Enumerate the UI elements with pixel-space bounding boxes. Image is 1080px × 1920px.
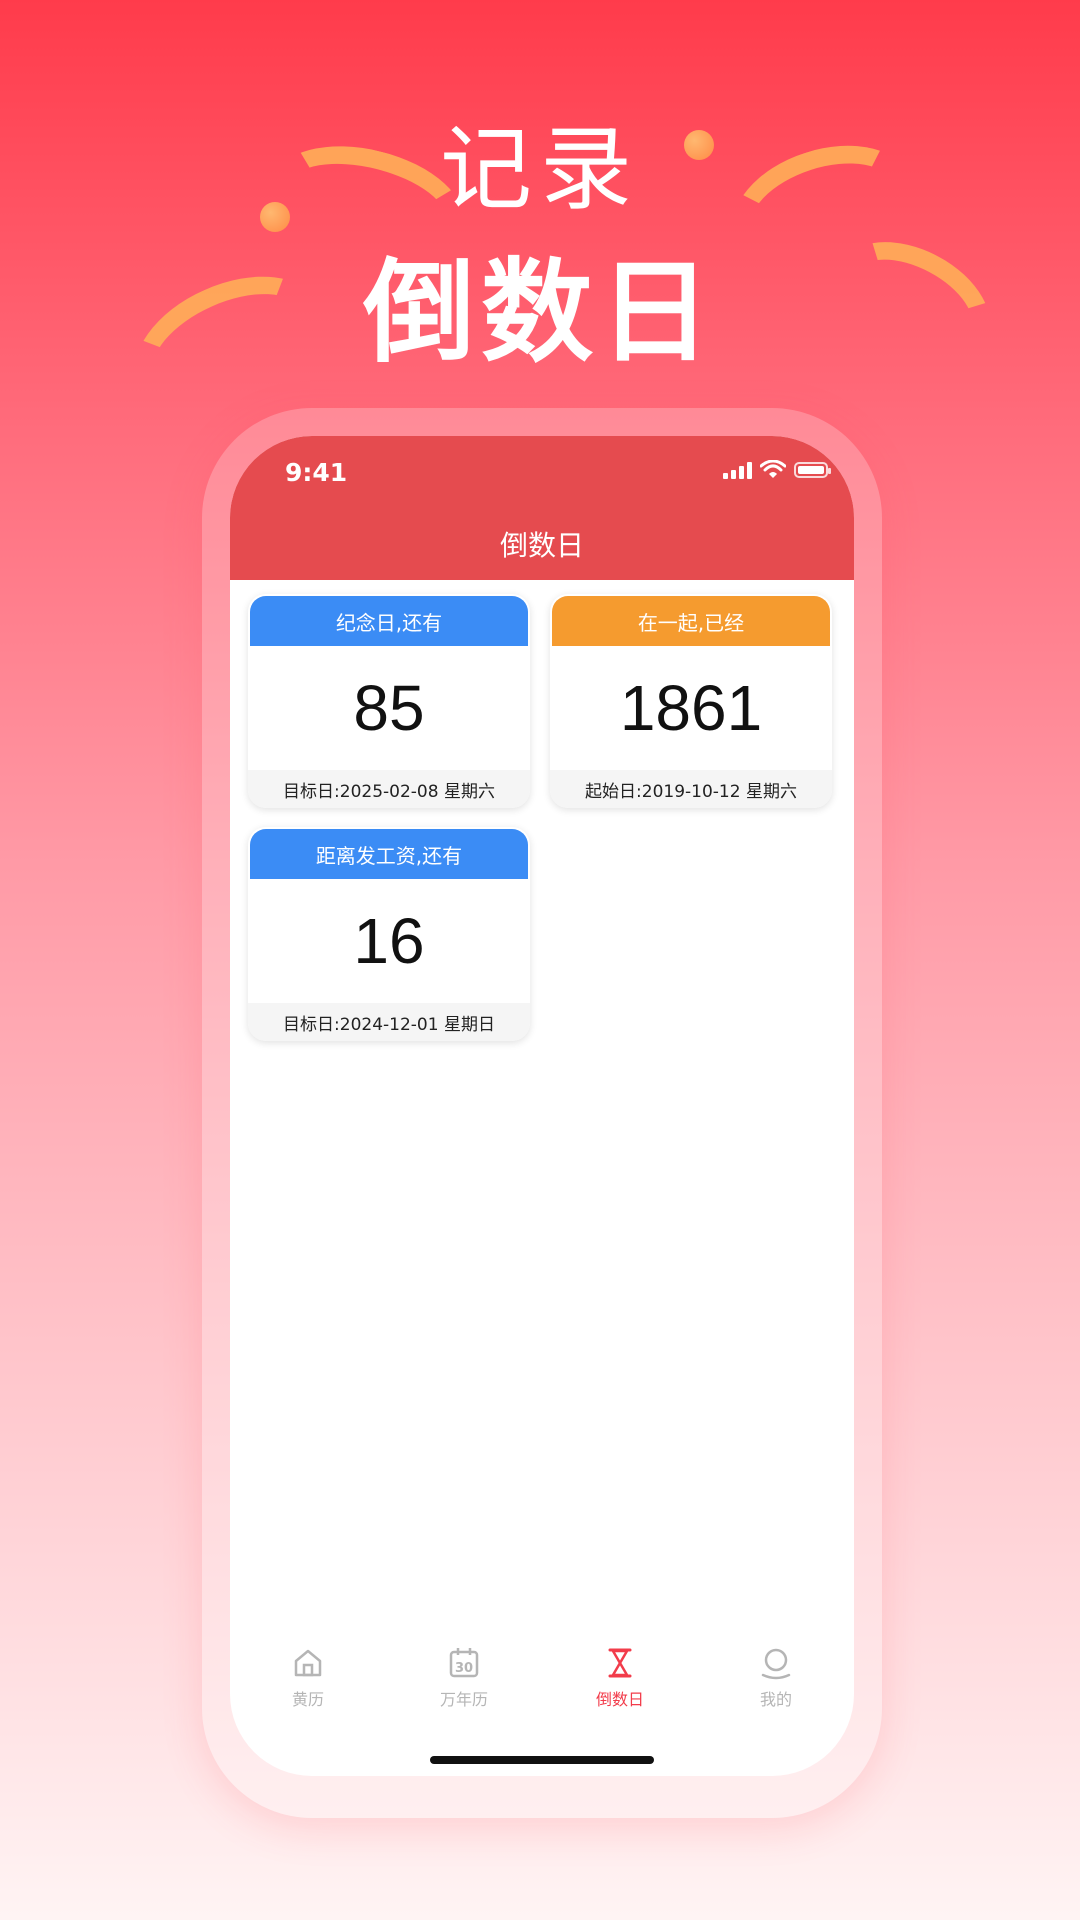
- hourglass-icon: [608, 1648, 632, 1678]
- card-header: 纪念日,还有: [250, 596, 528, 646]
- signal-icon: [723, 461, 752, 479]
- tab-label: 倒数日: [595, 1690, 644, 1709]
- calendar-icon: 30: [449, 1648, 479, 1678]
- bottom-tab-bar: 黄历 30 万年历 倒数日 我的: [230, 1646, 854, 1726]
- svg-text:30: 30: [455, 1661, 473, 1676]
- card-footer: 目标日:2025-02-08 星期六: [248, 770, 530, 808]
- hero-subtitle: 记录: [439, 116, 640, 223]
- tab-label: 我的: [759, 1690, 792, 1709]
- card-footer: 起始日:2019-10-12 星期六: [550, 770, 832, 808]
- countdown-card[interactable]: 距离发工资,还有 16 目标日:2024-12-01 星期日: [248, 827, 530, 1041]
- home-indicator: [430, 1756, 654, 1764]
- card-count: 1861: [619, 672, 763, 744]
- wifi-icon: [760, 460, 786, 478]
- countdown-card[interactable]: 纪念日,还有 85 目标日:2025-02-08 星期六: [248, 594, 530, 808]
- status-time: 9:41: [285, 458, 348, 487]
- tab-wannianli[interactable]: 30 万年历: [386, 1646, 542, 1726]
- tab-wode[interactable]: 我的: [698, 1646, 854, 1726]
- card-count: 16: [353, 905, 425, 977]
- card-header: 距离发工资,还有: [250, 829, 528, 879]
- tab-label: 万年历: [439, 1690, 488, 1709]
- battery-icon: [794, 462, 831, 478]
- card-header: 在一起,已经: [552, 596, 830, 646]
- card-footer: 目标日:2024-12-01 星期日: [248, 1003, 530, 1041]
- hero-title: 倒数日: [363, 248, 717, 378]
- tab-daoshuri[interactable]: 倒数日: [542, 1646, 698, 1726]
- tab-huangli[interactable]: 黄历: [230, 1646, 386, 1726]
- phone-screen: 9:41 倒数日 纪念日,还有 85 目标日:2025-02-08 星期六 在一…: [230, 436, 854, 1776]
- home-icon: [294, 1649, 322, 1677]
- app-title: 倒数日: [499, 529, 584, 562]
- app-header: 9:41 倒数日: [230, 436, 854, 580]
- profile-icon: [761, 1648, 791, 1680]
- status-icons: [723, 460, 831, 480]
- tab-label: 黄历: [291, 1690, 324, 1709]
- card-count: 85: [353, 672, 425, 744]
- countdown-card[interactable]: 在一起,已经 1861 起始日:2019-10-12 星期六: [550, 594, 832, 808]
